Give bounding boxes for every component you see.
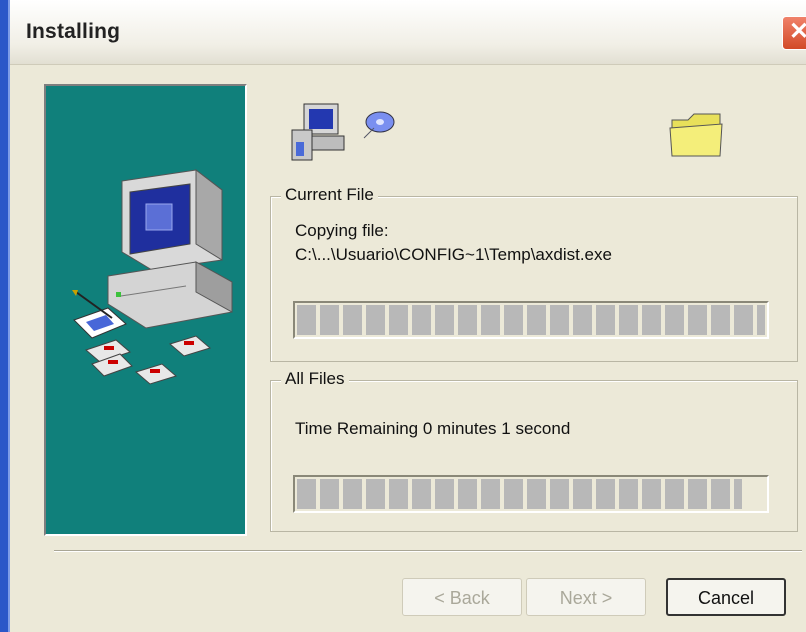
current-file-progress-bar bbox=[293, 301, 769, 339]
file-path: C:\...\Usuario\CONFIG~1\Temp\axdist.exe bbox=[295, 245, 612, 264]
all-files-progress-bar bbox=[293, 475, 769, 513]
computer-icon bbox=[291, 103, 345, 161]
cancel-button[interactable]: Cancel bbox=[666, 578, 786, 616]
title-bar[interactable]: Installing ✕ bbox=[10, 0, 806, 65]
all-files-group: All Files Time Remaining 0 minutes 1 sec… bbox=[270, 369, 798, 532]
computer-install-illustration-icon bbox=[72, 168, 233, 385]
current-file-progress-fill bbox=[297, 305, 765, 335]
close-button[interactable]: ✕ bbox=[782, 16, 806, 50]
close-icon: ✕ bbox=[788, 18, 806, 45]
button-separator bbox=[54, 550, 802, 552]
folder-icon bbox=[669, 113, 723, 157]
copying-file-label: Copying file: bbox=[295, 221, 389, 240]
all-files-progress-fill bbox=[297, 479, 742, 509]
current-file-label: Current File bbox=[281, 185, 378, 205]
time-remaining-text: Time Remaining 0 minutes 1 second bbox=[295, 419, 571, 438]
current-file-group: Current File Copying file: C:\...\Usuari… bbox=[270, 185, 798, 362]
all-files-label: All Files bbox=[281, 369, 349, 389]
next-button[interactable]: Next > bbox=[526, 578, 646, 616]
back-button[interactable]: < Back bbox=[402, 578, 522, 616]
flying-disk-icon bbox=[363, 111, 395, 139]
window-title: Installing bbox=[26, 20, 121, 43]
banner-panel bbox=[44, 84, 247, 536]
installer-window: Installing ✕ Current File Copying file: … bbox=[8, 0, 806, 632]
